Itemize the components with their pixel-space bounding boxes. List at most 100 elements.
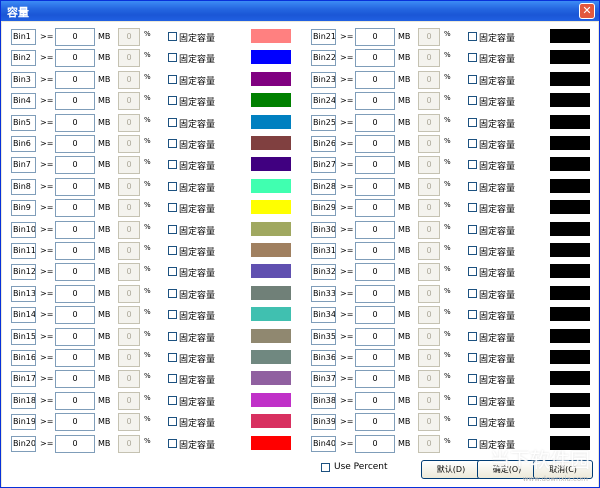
- bin-name-field[interactable]: Bin39: [311, 414, 336, 431]
- bin-name-field[interactable]: Bin32: [311, 264, 336, 281]
- capacity-input[interactable]: 0: [55, 177, 95, 196]
- bin-name-field[interactable]: Bin11: [11, 243, 36, 259]
- bin-name-field[interactable]: Bin35: [311, 328, 336, 345]
- bin-name-field[interactable]: Bin18: [11, 392, 36, 409]
- percent-input[interactable]: 0: [418, 113, 440, 132]
- bin-name-field[interactable]: Bin36: [311, 350, 336, 366]
- bin-name-field[interactable]: Bin29: [311, 200, 336, 217]
- capacity-input[interactable]: 0: [355, 242, 395, 260]
- color-swatch[interactable]: [550, 371, 590, 386]
- capacity-input[interactable]: 0: [355, 370, 395, 389]
- percent-input[interactable]: 0: [418, 413, 440, 432]
- capacity-input[interactable]: 0: [55, 263, 95, 282]
- color-swatch[interactable]: [251, 392, 291, 407]
- bin-name-field[interactable]: Bin17: [11, 371, 36, 388]
- fixed-capacity-checkbox[interactable]: [468, 96, 477, 106]
- bin-name-field[interactable]: Bin6: [11, 136, 36, 152]
- bin-name-field[interactable]: Bin40: [311, 435, 336, 452]
- bin-name-field[interactable]: Bin15: [11, 328, 36, 345]
- capacity-input[interactable]: 0: [55, 92, 95, 111]
- fixed-capacity-checkbox[interactable]: [468, 331, 477, 341]
- fixed-capacity-checkbox[interactable]: [468, 181, 477, 191]
- color-swatch[interactable]: [550, 50, 590, 65]
- fixed-capacity-checkbox[interactable]: [168, 181, 177, 191]
- color-swatch[interactable]: [251, 435, 291, 450]
- percent-input[interactable]: 0: [118, 306, 140, 325]
- percent-input[interactable]: 0: [118, 177, 140, 196]
- percent-input[interactable]: 0: [118, 284, 140, 303]
- bin-name-field[interactable]: Bin21: [311, 29, 336, 45]
- color-swatch[interactable]: [550, 93, 590, 108]
- fixed-capacity-checkbox[interactable]: [168, 74, 177, 84]
- capacity-input[interactable]: 0: [355, 434, 395, 453]
- percent-input[interactable]: 0: [418, 199, 440, 218]
- color-swatch[interactable]: [251, 285, 291, 300]
- percent-input[interactable]: 0: [418, 434, 440, 453]
- color-swatch[interactable]: [550, 114, 590, 129]
- capacity-input[interactable]: 0: [355, 220, 395, 239]
- color-swatch[interactable]: [251, 264, 291, 279]
- bin-name-field[interactable]: Bin2: [11, 50, 36, 67]
- fixed-capacity-checkbox[interactable]: [468, 203, 477, 213]
- percent-input[interactable]: 0: [118, 70, 140, 89]
- percent-input[interactable]: 0: [418, 70, 440, 89]
- fixed-capacity-checkbox[interactable]: [168, 203, 177, 213]
- color-swatch[interactable]: [550, 157, 590, 172]
- bin-name-field[interactable]: Bin28: [311, 178, 336, 195]
- fixed-capacity-checkbox[interactable]: [468, 288, 477, 298]
- capacity-input[interactable]: 0: [355, 263, 395, 282]
- title-bar[interactable]: 容量 ✕: [1, 1, 599, 21]
- capacity-input[interactable]: 0: [55, 199, 95, 218]
- percent-input[interactable]: 0: [118, 242, 140, 260]
- color-swatch[interactable]: [251, 243, 291, 257]
- percent-input[interactable]: 0: [118, 434, 140, 453]
- fixed-capacity-checkbox[interactable]: [468, 117, 477, 127]
- color-swatch[interactable]: [550, 285, 590, 300]
- color-swatch[interactable]: [251, 178, 291, 193]
- color-swatch[interactable]: [251, 350, 291, 364]
- percent-input[interactable]: 0: [418, 242, 440, 260]
- capacity-input[interactable]: 0: [55, 306, 95, 325]
- capacity-input[interactable]: 0: [355, 49, 395, 68]
- percent-input[interactable]: 0: [418, 263, 440, 282]
- fixed-capacity-checkbox[interactable]: [168, 417, 177, 427]
- percent-input[interactable]: 0: [418, 349, 440, 367]
- fixed-capacity-checkbox[interactable]: [168, 374, 177, 384]
- capacity-input[interactable]: 0: [55, 327, 95, 346]
- fixed-capacity-checkbox[interactable]: [168, 117, 177, 127]
- fixed-capacity-checkbox[interactable]: [468, 139, 477, 148]
- bin-name-field[interactable]: Bin22: [311, 50, 336, 67]
- fixed-capacity-checkbox[interactable]: [168, 267, 177, 277]
- bin-name-field[interactable]: Bin25: [311, 114, 336, 131]
- fixed-capacity-checkbox[interactable]: [468, 395, 477, 405]
- percent-input[interactable]: 0: [418, 327, 440, 346]
- capacity-input[interactable]: 0: [55, 434, 95, 453]
- capacity-input[interactable]: 0: [55, 135, 95, 153]
- percent-input[interactable]: 0: [118, 220, 140, 239]
- bin-name-field[interactable]: Bin12: [11, 264, 36, 281]
- fixed-capacity-checkbox[interactable]: [468, 353, 477, 362]
- bin-name-field[interactable]: Bin4: [11, 93, 36, 110]
- color-swatch[interactable]: [251, 200, 291, 215]
- bin-name-field[interactable]: Bin24: [311, 93, 336, 110]
- bin-name-field[interactable]: Bin31: [311, 243, 336, 259]
- bin-name-field[interactable]: Bin16: [11, 350, 36, 366]
- percent-input[interactable]: 0: [418, 49, 440, 68]
- bin-name-field[interactable]: Bin19: [11, 414, 36, 431]
- percent-input[interactable]: 0: [118, 135, 140, 153]
- fixed-capacity-checkbox[interactable]: [468, 74, 477, 84]
- color-swatch[interactable]: [550, 414, 590, 429]
- capacity-input[interactable]: 0: [55, 242, 95, 260]
- bin-name-field[interactable]: Bin7: [11, 157, 36, 174]
- capacity-input[interactable]: 0: [355, 92, 395, 111]
- bin-name-field[interactable]: Bin1: [11, 29, 36, 45]
- percent-input[interactable]: 0: [118, 413, 140, 432]
- percent-input[interactable]: 0: [118, 49, 140, 68]
- color-swatch[interactable]: [550, 221, 590, 236]
- percent-input[interactable]: 0: [418, 92, 440, 111]
- percent-input[interactable]: 0: [418, 156, 440, 175]
- capacity-input[interactable]: 0: [55, 49, 95, 68]
- bin-name-field[interactable]: Bin33: [311, 285, 336, 302]
- color-swatch[interactable]: [550, 136, 590, 150]
- percent-input[interactable]: 0: [418, 391, 440, 410]
